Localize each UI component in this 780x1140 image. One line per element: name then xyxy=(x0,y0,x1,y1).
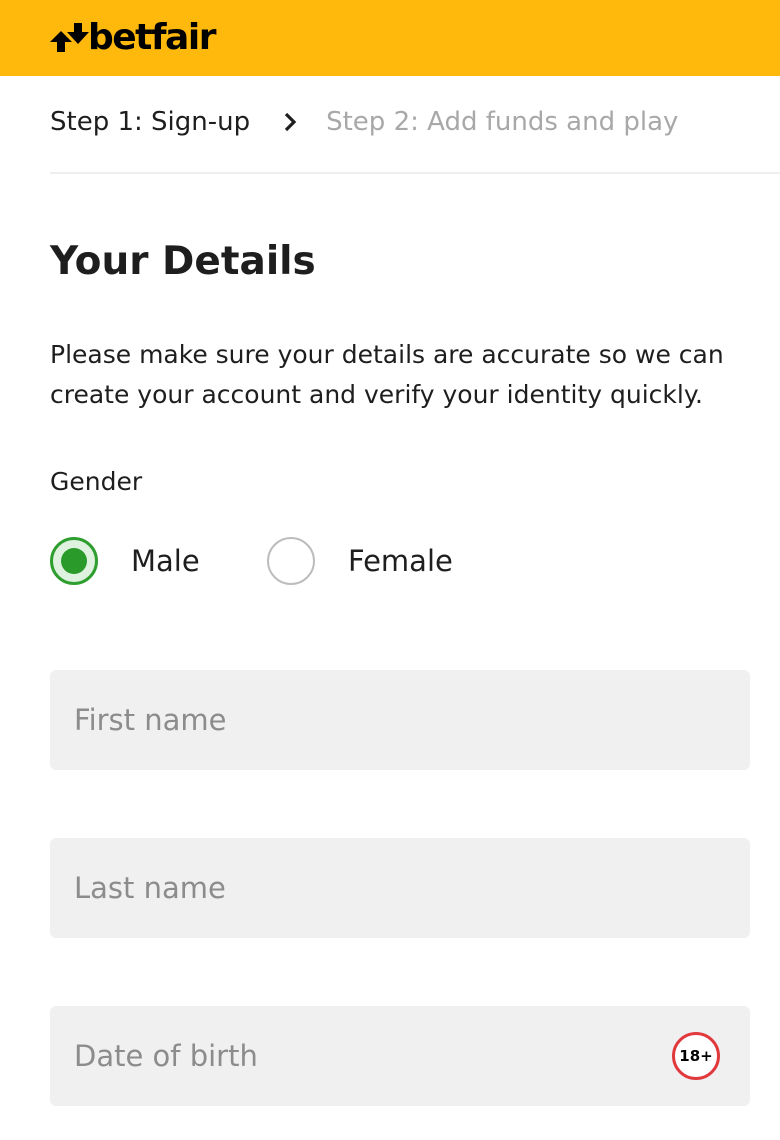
last-name-field[interactable] xyxy=(50,838,750,938)
logo-text: betfair xyxy=(88,17,216,58)
first-name-input[interactable] xyxy=(50,670,750,770)
first-name-field[interactable] xyxy=(50,670,750,770)
gender-option-label: Female xyxy=(348,544,453,578)
radio-unchecked-icon[interactable] xyxy=(267,537,315,585)
chevron-right-icon xyxy=(284,112,297,132)
step-next: Step 2: Add funds and play xyxy=(326,107,679,137)
betfair-arrows-logo-icon xyxy=(50,23,89,52)
last-name-input[interactable] xyxy=(50,838,750,938)
date-of-birth-field[interactable]: 18+ xyxy=(50,1006,750,1106)
gender-radio-female[interactable]: Female xyxy=(267,536,453,586)
betfair-logo[interactable]: betfair xyxy=(50,17,216,58)
intro-text: Please make sure your details are accura… xyxy=(50,340,724,409)
steps-divider xyxy=(50,172,780,174)
gender-radio-male[interactable]: Male xyxy=(50,536,200,586)
date-of-birth-input[interactable] xyxy=(50,1006,750,1106)
signup-steps: Step 1: Sign-up Step 2: Add funds and pl… xyxy=(50,100,678,144)
age-restriction-badge-icon: 18+ xyxy=(672,1032,720,1080)
step-current: Step 1: Sign-up xyxy=(50,107,251,137)
page-title: Your Details xyxy=(50,239,316,284)
gender-label: Gender xyxy=(50,467,143,496)
gender-option-label: Male xyxy=(131,544,200,578)
top-header: betfair xyxy=(0,0,780,76)
radio-checked-icon[interactable] xyxy=(50,537,98,585)
radio-dot xyxy=(61,548,87,574)
